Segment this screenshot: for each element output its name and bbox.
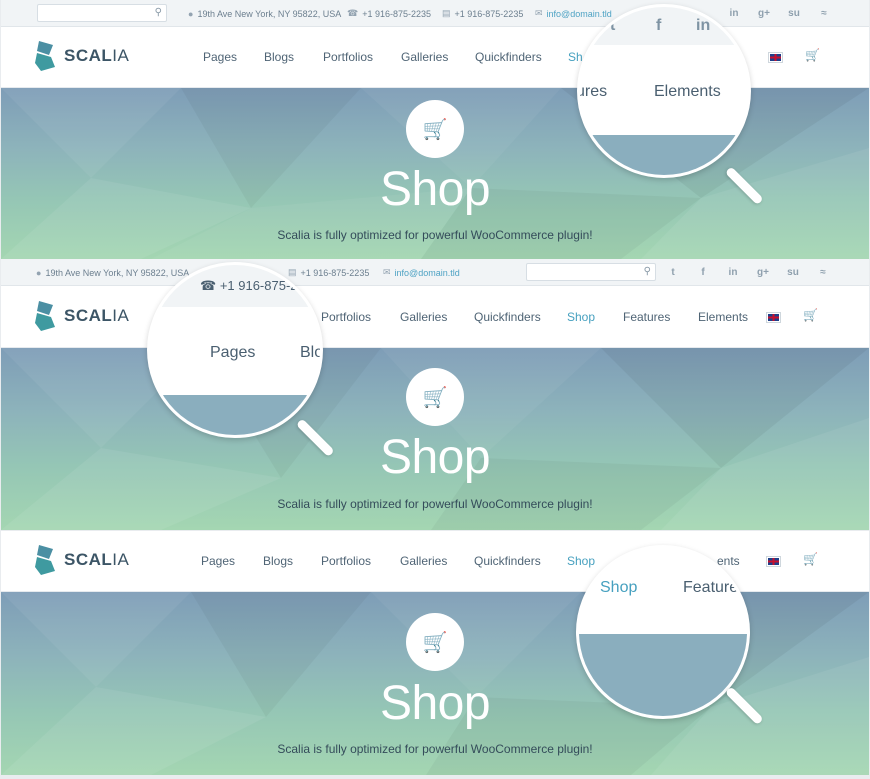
lens-nav-elements: Elements — [654, 83, 721, 100]
nav-item-features[interactable]: Features — [623, 310, 670, 324]
cart-icon[interactable]: 🛒 — [803, 308, 818, 322]
rss-icon[interactable]: ≈ — [808, 267, 838, 278]
lens-topbar — [580, 7, 748, 45]
language-flag-icon[interactable] — [767, 313, 780, 322]
phone-icon: ☎ — [347, 8, 359, 18]
nav-item-galleries[interactable]: Galleries — [401, 50, 448, 64]
main-navbar: SCALIA Pages Blogs Portfolios Galleries … — [1, 531, 869, 592]
nav-item-quickfinders[interactable]: Quickfinders — [474, 310, 541, 324]
nav-item-galleries[interactable]: Galleries — [400, 554, 447, 568]
zoom-lens: ☎ +1 916-875-2 Pages Blo — [147, 262, 323, 438]
shop-badge: 🛒 — [406, 100, 464, 158]
top-bar: ● 19th Ave New York, NY 95822, USA ▤ +1 … — [1, 259, 869, 286]
cart-icon: 🛒 — [422, 386, 448, 409]
fax-item: ▤ +1 916-875-2235 — [442, 0, 523, 27]
brand-name: SCALIA — [64, 550, 130, 569]
address-text: 19th Ave New York, NY 95822, USA — [197, 8, 342, 19]
lens-nav-features: Feature — [683, 579, 739, 596]
cart-icon[interactable]: 🛒 — [803, 552, 818, 566]
cart-icon: 🛒 — [422, 631, 448, 654]
email-link[interactable]: info@domain.tld — [395, 268, 460, 278]
map-pin-icon: ● — [36, 267, 42, 278]
logo-mark-icon — [35, 41, 55, 71]
search-input[interactable]: ⚲ — [37, 4, 167, 22]
language-flag-icon[interactable] — [769, 53, 782, 62]
nav-item-portfolios[interactable]: Portfolios — [321, 554, 371, 568]
zoom-lens: Shop Feature — [576, 545, 750, 719]
nav-item-elements[interactable]: Elements — [698, 310, 748, 324]
address-item: ● 19th Ave New York, NY 95822, USA — [188, 0, 341, 27]
shop-badge: 🛒 — [406, 368, 464, 426]
lens-nav-blogs: Blo — [300, 344, 323, 361]
nav-item-blogs[interactable]: Blogs — [263, 554, 293, 568]
search-input[interactable]: ⚲ — [526, 263, 656, 281]
lens-nav-shop: Shop — [600, 579, 638, 596]
cart-icon: 🛒 — [422, 118, 448, 141]
lens-hero — [150, 395, 320, 435]
screenshot-panel-1: ⚲ ● 19th Ave New York, NY 95822, USA ☎ +… — [1, 0, 869, 259]
page-subtitle: Scalia is fully optimized for powerful W… — [277, 497, 593, 511]
search-icon[interactable]: ⚲ — [155, 7, 162, 18]
logo[interactable]: SCALIA — [35, 41, 129, 71]
stumbleupon-icon[interactable]: su — [779, 8, 809, 19]
lens-nav-features: ures — [577, 83, 608, 100]
screenshot-panel-3: SCALIA Pages Blogs Portfolios Galleries … — [1, 531, 869, 775]
lens-nav-pages: Pages — [210, 344, 256, 361]
nav-item-pages[interactable]: Pages — [201, 554, 235, 568]
screenshot-panel-2: ● 19th Ave New York, NY 95822, USA ▤ +1 … — [1, 259, 869, 530]
mail-icon: ✉ — [383, 267, 391, 277]
logo-mark-icon — [35, 545, 55, 575]
nav-item-blogs[interactable]: Blogs — [264, 50, 294, 64]
lens-phone: ☎ +1 916-875-2 — [200, 278, 298, 293]
linkedin-icon: in — [696, 17, 711, 34]
twitter-icon[interactable]: t — [658, 267, 688, 278]
twitter-icon: t — [610, 17, 616, 34]
nav-item-quickfinders[interactable]: Quickfinders — [474, 554, 541, 568]
nav-item-quickfinders[interactable]: Quickfinders — [475, 50, 542, 64]
map-pin-icon: ● — [188, 8, 194, 19]
phone-text: +1 916-875-2235 — [362, 8, 432, 19]
nav-item-galleries[interactable]: Galleries — [400, 310, 447, 324]
email-item[interactable]: ✉ info@domain.tld — [383, 259, 460, 286]
logo[interactable]: SCALIA — [35, 301, 129, 331]
lens-hero — [580, 135, 748, 175]
main-navbar: SCALIA Portfolios Galleries Quickfinders… — [1, 287, 869, 348]
cart-icon[interactable]: 🛒 — [805, 48, 820, 62]
facebook-icon[interactable]: f — [688, 267, 718, 278]
googleplus-icon[interactable]: g+ — [748, 267, 778, 278]
facebook-icon: f — [656, 17, 662, 34]
fax-icon: ▤ — [442, 8, 451, 18]
language-flag-icon[interactable] — [767, 557, 780, 566]
zoom-lens: t f in ures Elements — [577, 4, 751, 178]
page-title: Shop — [379, 431, 491, 484]
stumbleupon-icon[interactable]: su — [778, 267, 808, 278]
nav-item-pages[interactable]: Pages — [203, 50, 237, 64]
nav-item-portfolios[interactable]: Portfolios — [321, 310, 371, 324]
search-icon[interactable]: ⚲ — [644, 266, 651, 277]
logo[interactable]: SCALIA — [35, 545, 129, 575]
rss-icon[interactable]: ≈ — [809, 8, 839, 19]
phone-item: ☎ +1 916-875-2235 — [347, 0, 431, 27]
fax-text: +1 916-875-2235 — [454, 8, 524, 19]
page-subtitle: Scalia is fully optimized for powerful W… — [277, 228, 593, 242]
brand-name: SCALIA — [64, 306, 130, 325]
linkedin-icon[interactable]: in — [718, 267, 748, 278]
nav-item-shop[interactable]: Sh — [568, 50, 583, 64]
brand-name: SCALIA — [64, 46, 130, 65]
nav-item-portfolios[interactable]: Portfolios — [323, 50, 373, 64]
social-links: t f in g+ su ≈ — [658, 259, 838, 286]
mail-icon: ✉ — [535, 8, 543, 18]
lens-hero — [579, 634, 747, 716]
page-title-banner: 🛒 Shop Scalia is fully optimized for pow… — [1, 348, 869, 530]
nav-item-shop[interactable]: Shop — [567, 554, 595, 568]
logo-mark-icon — [35, 301, 55, 331]
shop-badge: 🛒 — [406, 613, 464, 671]
nav-item-shop[interactable]: Shop — [567, 310, 595, 324]
googleplus-icon[interactable]: g+ — [749, 8, 779, 19]
page-subtitle: Scalia is fully optimized for powerful W… — [277, 742, 593, 756]
